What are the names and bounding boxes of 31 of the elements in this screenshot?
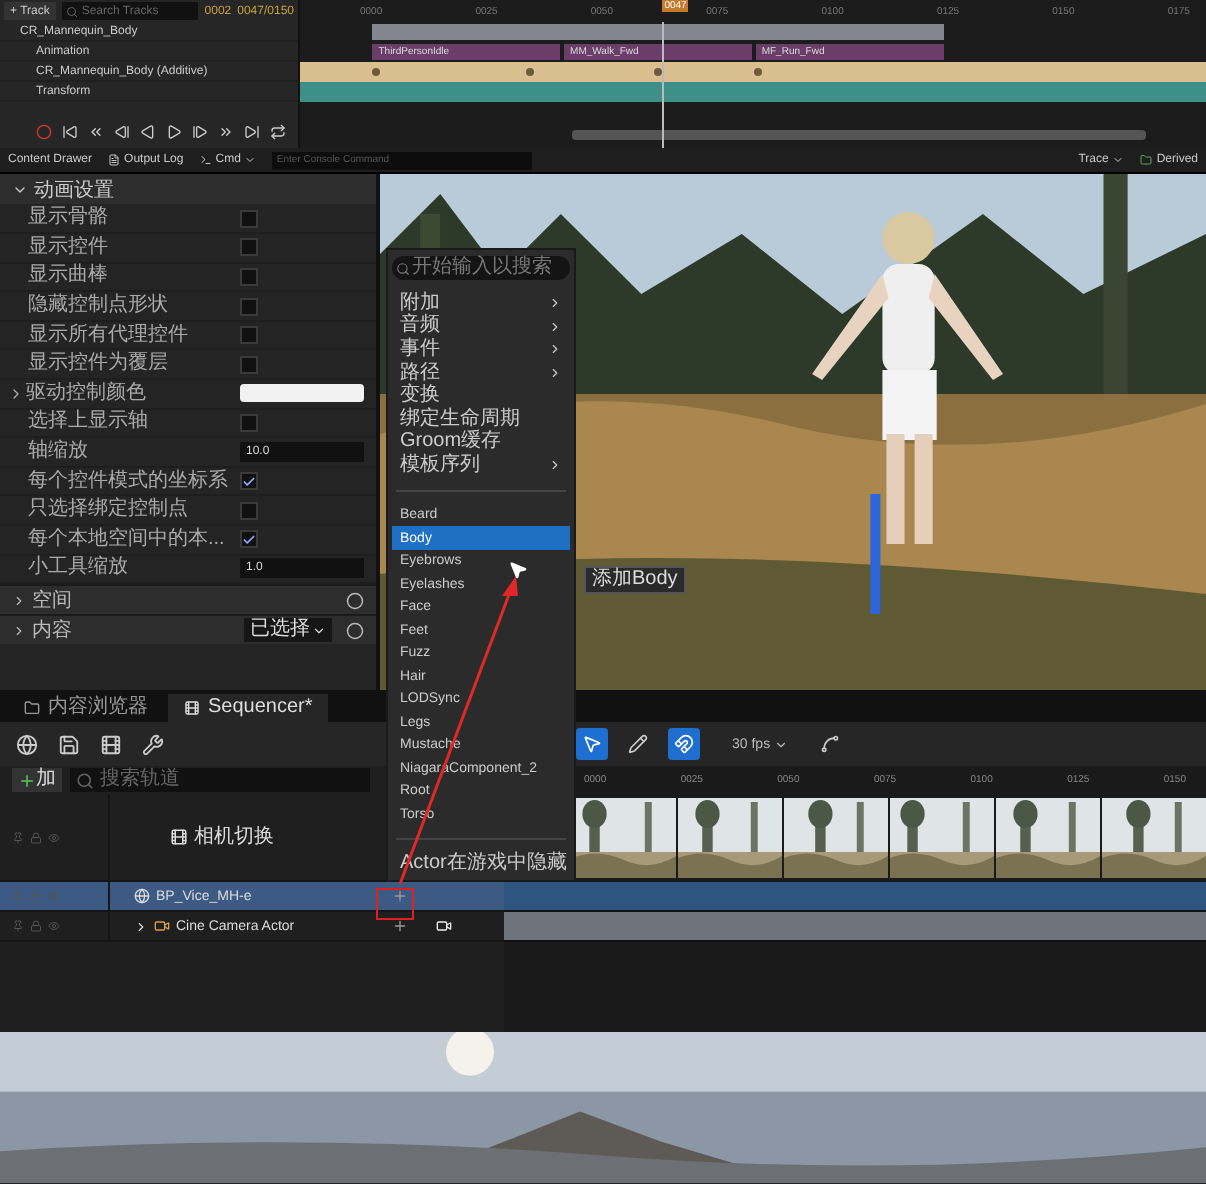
property-label: 显示控件为覆层	[26, 354, 170, 375]
group-label[interactable]: 内容	[32, 616, 72, 645]
menu-item[interactable]: 绑定生命周期	[392, 407, 570, 432]
menu-item[interactable]: 变换	[392, 384, 570, 408]
panel-tab[interactable]: 内容浏览器	[8, 694, 164, 723]
menu-item[interactable]: Groom缓存	[392, 431, 570, 455]
menu-item[interactable]: 附加	[392, 292, 570, 316]
tooltip: 添加Body	[584, 566, 686, 594]
menu-item[interactable]: 音频	[392, 315, 570, 339]
search-field[interactable]: 开始输入以搜索	[392, 256, 570, 280]
property-label: 驱动控制颜色	[0, 383, 240, 404]
property-label: 每个控件模式的坐标系	[26, 471, 230, 492]
property-label: 隐藏控制点形状	[26, 296, 170, 317]
menu-item[interactable]: 路径	[392, 361, 570, 385]
add-track-button[interactable]: 加	[12, 768, 62, 793]
panel-tab[interactable]: Sequencer*	[168, 694, 329, 723]
property-label: 显示控件	[26, 237, 110, 258]
space-dropdown[interactable]: 已选择	[244, 618, 332, 643]
menu-item[interactable]: 事件	[392, 338, 570, 362]
property-label: 显示曲棒	[26, 266, 110, 287]
property-label: 选择上显示轴	[26, 412, 150, 433]
group-label[interactable]: 空间	[32, 586, 72, 615]
property-label: 小工具缩放	[26, 558, 130, 579]
section-title[interactable]: 动画设置	[34, 175, 114, 204]
property-label: 轴缩放	[26, 442, 90, 463]
track-label[interactable]: 相机切换	[170, 827, 274, 848]
property-label: 只选择绑定控制点	[26, 500, 190, 521]
menu-item[interactable]: 模板序列	[392, 454, 570, 478]
property-label: 显示骨骼	[26, 208, 110, 229]
property-label: 每个本地空间中的本...	[26, 529, 227, 550]
property-label: 显示所有代理控件	[26, 325, 190, 346]
